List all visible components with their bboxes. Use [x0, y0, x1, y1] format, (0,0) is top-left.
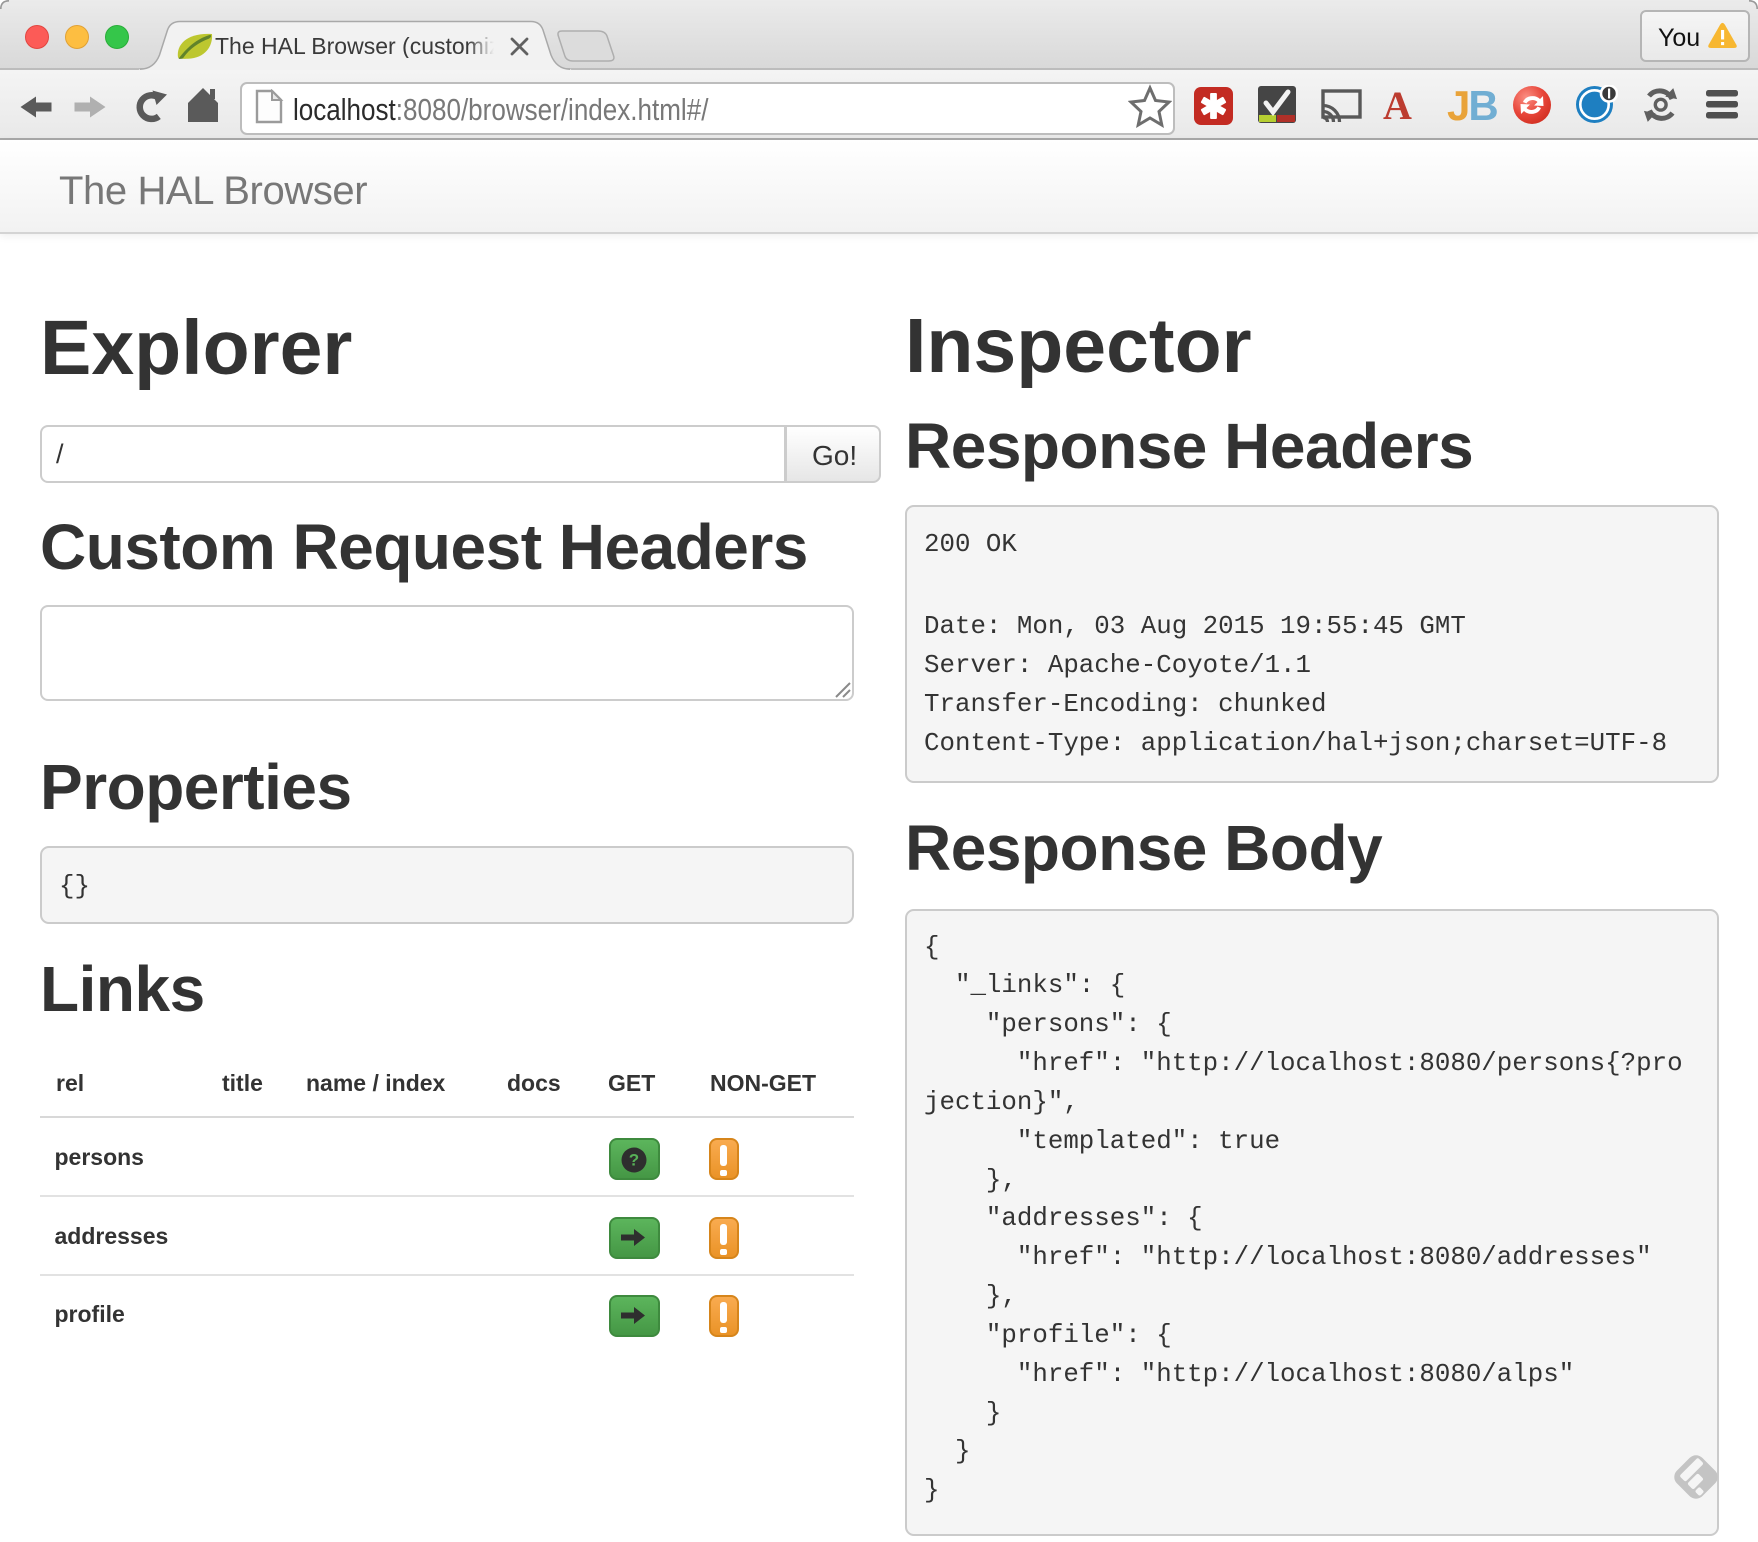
svg-text:?: ? — [629, 1151, 639, 1170]
